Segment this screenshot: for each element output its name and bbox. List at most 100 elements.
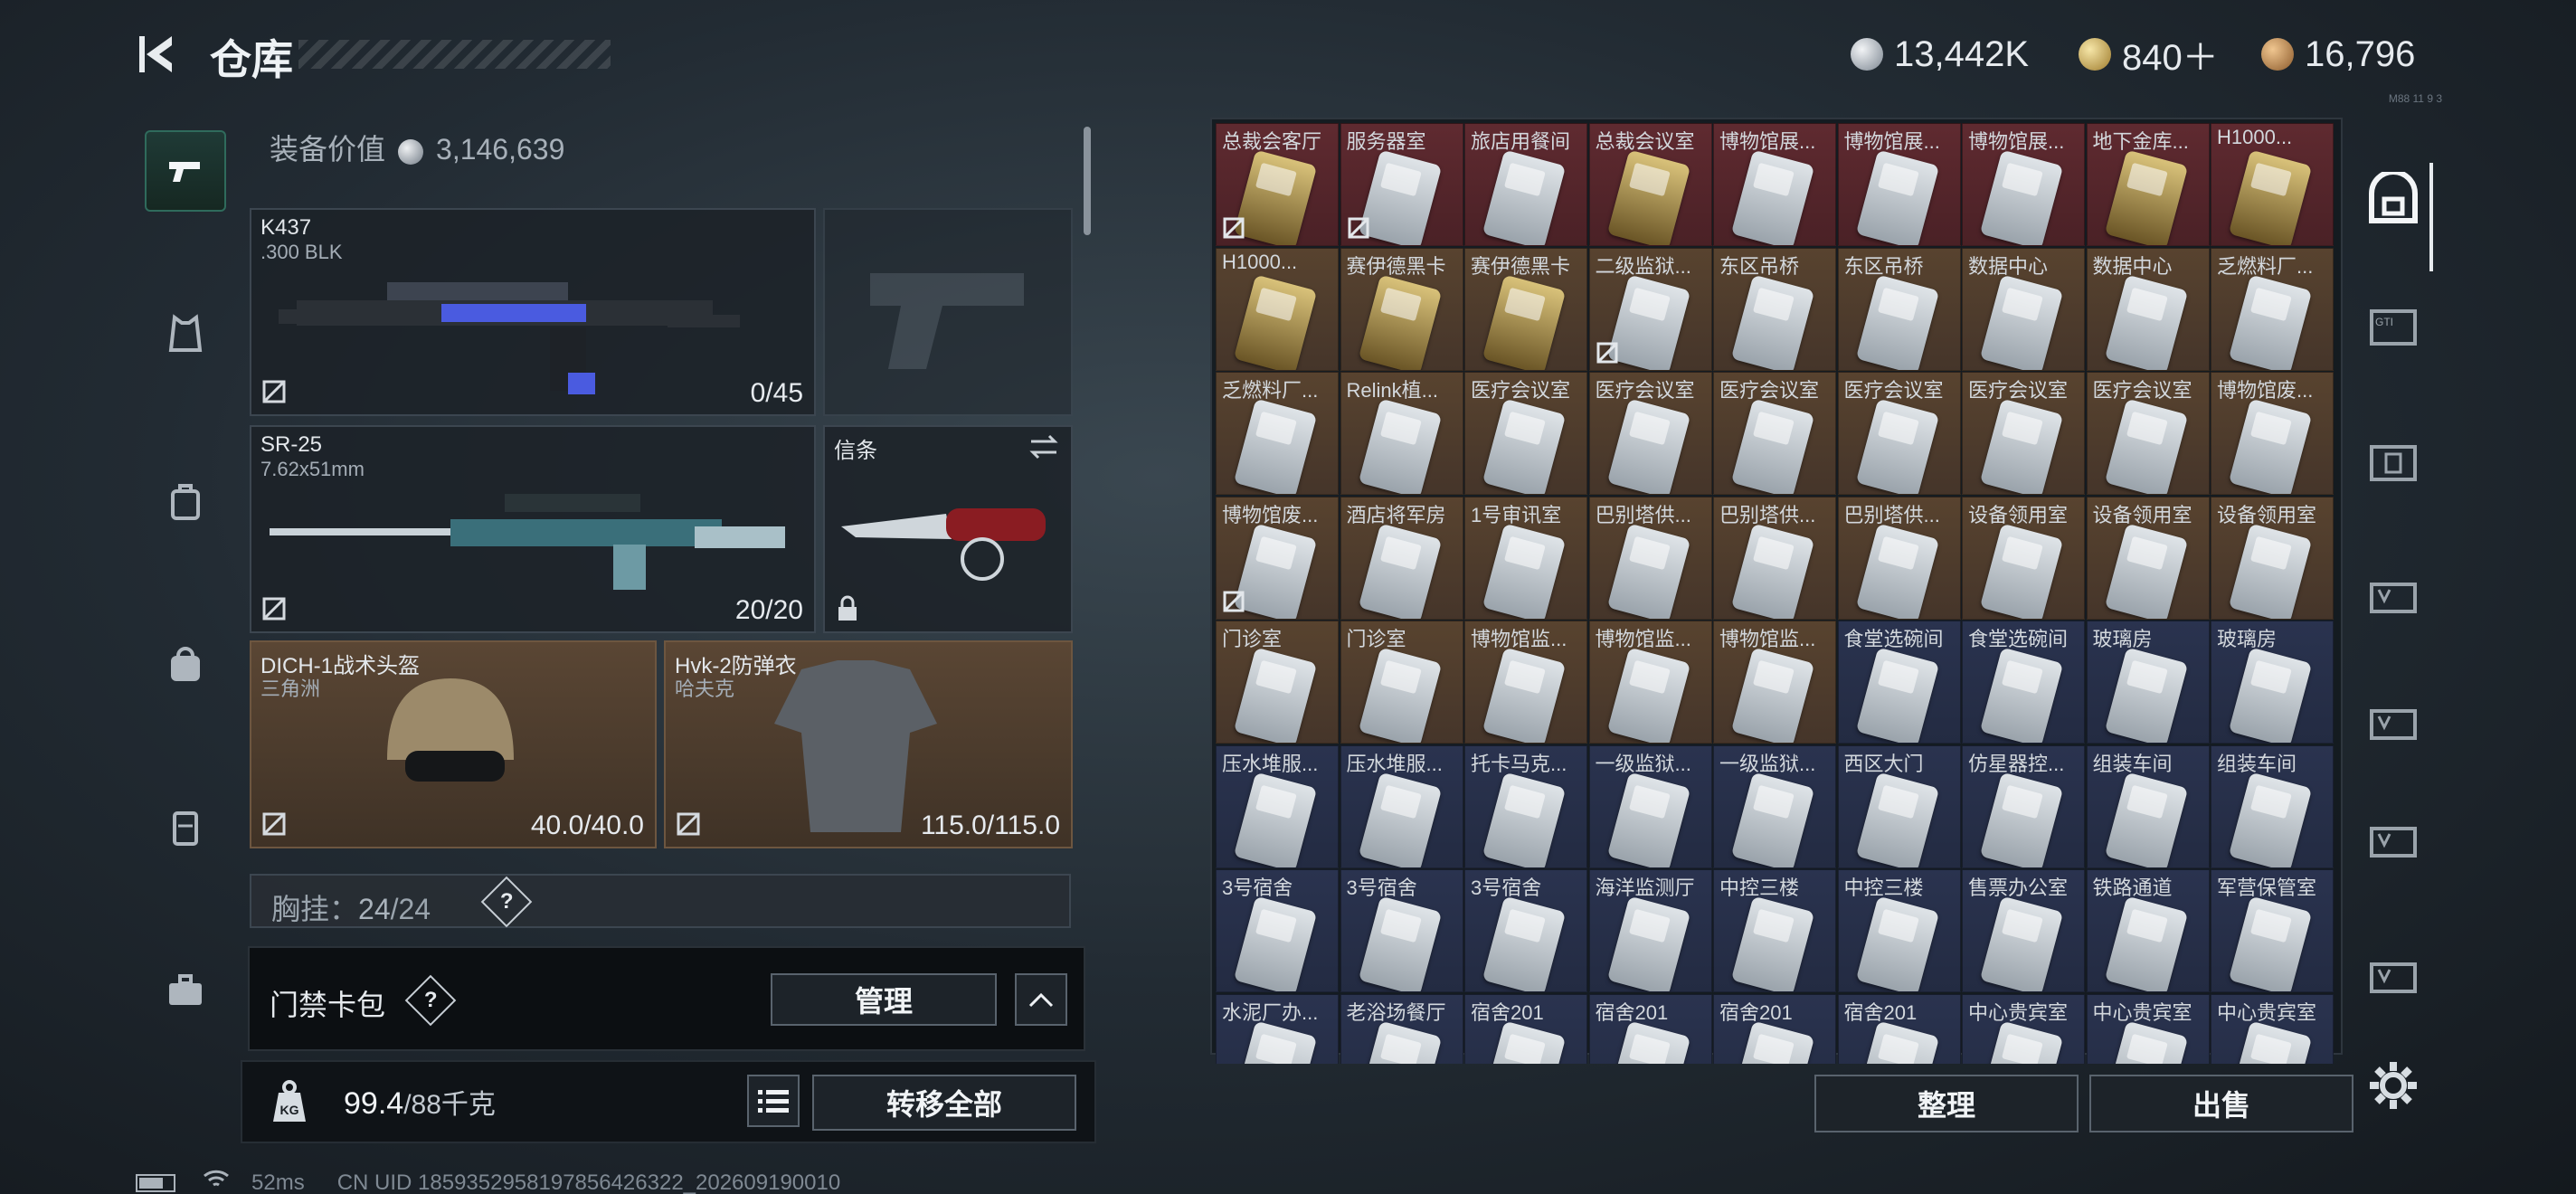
keycard-cell[interactable]: 3号宿舍 — [1340, 869, 1463, 992]
keycard-cell[interactable]: 酒店将军房 — [1340, 496, 1463, 620]
right-nav-v-case-4[interactable] — [2357, 941, 2429, 1013]
keycard-cell[interactable]: 海洋监测厅 — [1588, 869, 1712, 992]
keycard-cell[interactable]: 赛伊德黑卡 — [1464, 247, 1587, 371]
keycard-cell[interactable]: 博物馆监... — [1464, 621, 1587, 744]
back-button[interactable] — [134, 27, 188, 81]
keycard-cell[interactable]: 数据中心 — [1962, 247, 2085, 371]
keycard-cell[interactable]: 医疗会议室 — [1464, 372, 1587, 495]
keycard-cell[interactable]: 压水堆服... — [1216, 744, 1339, 868]
keycard-cell[interactable]: 3号宿舍 — [1216, 869, 1339, 992]
keycard-cell[interactable]: 军营保管室 — [2211, 869, 2334, 992]
keycard-cell[interactable]: 总裁会客厅 — [1216, 123, 1339, 246]
keycard-cell[interactable]: 服务器室 — [1340, 123, 1463, 246]
keycard-cell[interactable]: 一级监狱... — [1588, 744, 1712, 868]
keycard-cell[interactable]: H1000... — [1216, 247, 1339, 371]
sell-button[interactable]: 出售 — [2089, 1075, 2353, 1132]
keycard-cell[interactable]: 门诊室 — [1216, 621, 1339, 744]
keycard-cell[interactable]: 宿舍201 — [1837, 993, 1961, 1064]
secondary-weapon-slot[interactable]: SR-25 7.62x51mm 20/20 — [250, 425, 816, 633]
nav-toolbox[interactable] — [145, 950, 226, 1031]
keycard-cell[interactable]: 玻璃房 — [2086, 621, 2210, 744]
keycard-cell[interactable]: 1号审讯室 — [1464, 496, 1587, 620]
keycard-cell[interactable]: 仿星器控... — [1962, 744, 2085, 868]
right-nav-safe[interactable] — [2357, 163, 2429, 235]
primary-weapon-slot[interactable]: K437 .300 BLK 0/45 — [250, 208, 816, 416]
nav-armor[interactable] — [145, 293, 226, 374]
swap-icon[interactable] — [1028, 434, 1060, 460]
keycase-help-button[interactable]: ? — [404, 974, 457, 1027]
keycard-cell[interactable]: 博物馆废... — [1216, 496, 1339, 620]
keycard-cell[interactable]: 博物馆监... — [1713, 621, 1836, 744]
keycard-cell[interactable]: Relink植... — [1340, 372, 1463, 495]
keycard-cell[interactable]: 数据中心 — [2086, 247, 2210, 371]
keycard-cell[interactable]: 玻璃房 — [2211, 621, 2334, 744]
manage-button[interactable]: 管理 — [771, 973, 997, 1026]
keycard-cell[interactable]: 宿舍201 — [1588, 993, 1712, 1064]
keycard-cell[interactable]: 巴别塔供... — [1837, 496, 1961, 620]
transfer-all-button[interactable]: 转移全部 — [812, 1075, 1076, 1131]
keycard-cell[interactable]: 3号宿舍 — [1464, 869, 1587, 992]
keycard-cell[interactable]: 二级监狱... — [1588, 247, 1712, 371]
keycard-cell[interactable]: 食堂选碗间 — [1837, 621, 1961, 744]
keycard-cell[interactable]: 设备领用室 — [2211, 496, 2334, 620]
keycard-cell[interactable]: 地下金库... — [2086, 123, 2210, 246]
chest-rig-row[interactable]: 胸挂：24/24 ? — [250, 874, 1071, 928]
keycard-cell[interactable]: 西区大门 — [1837, 744, 1961, 868]
keycard-cell[interactable]: 中心贵宾室 — [2086, 993, 2210, 1064]
settings-button[interactable] — [2357, 1049, 2429, 1122]
nav-chest-rig[interactable] — [145, 787, 226, 868]
keycard-cell[interactable]: 巴别塔供... — [1713, 496, 1836, 620]
keycard-cell[interactable]: 压水堆服... — [1340, 744, 1463, 868]
currency-silver[interactable]: 13,442K — [1851, 27, 2029, 81]
keycard-cell[interactable]: 医疗会议室 — [2086, 372, 2210, 495]
helmet-slot[interactable]: DICH-1战术头盔 三角洲 40.0/40.0 — [250, 640, 657, 848]
keycard-cell[interactable]: 博物馆展... — [1713, 123, 1836, 246]
sort-button[interactable]: 整理 — [1814, 1075, 2079, 1132]
keycard-cell[interactable]: 一级监狱... — [1713, 744, 1836, 868]
keycard-cell[interactable]: 乏燃料厂... — [2211, 247, 2334, 371]
keycard-cell[interactable]: 中心贵宾室 — [1962, 993, 2085, 1064]
keycard-cell[interactable]: H1000... — [2211, 123, 2334, 246]
keycard-cell[interactable]: 门诊室 — [1340, 621, 1463, 744]
keycard-cell[interactable]: 医疗会议室 — [1837, 372, 1961, 495]
nav-bag[interactable] — [145, 624, 226, 706]
keycard-cell[interactable]: 宿舍201 — [1713, 993, 1836, 1064]
keycard-cell[interactable]: 旅店用餐间 — [1464, 123, 1587, 246]
keycard-cell[interactable]: 博物馆废... — [2211, 372, 2334, 495]
right-nav-v-case[interactable] — [2357, 561, 2429, 633]
armor-slot[interactable]: Hvk-2防弹衣 哈夫克 115.0/115.0 — [664, 640, 1073, 848]
keycard-cell[interactable]: 中控三楼 — [1713, 869, 1836, 992]
keycard-cell[interactable]: 博物馆监... — [1588, 621, 1712, 744]
right-nav-v-case-3[interactable] — [2357, 805, 2429, 877]
keycard-cell[interactable]: 食堂选碗间 — [1962, 621, 2085, 744]
right-nav-gti[interactable]: GTI — [2357, 289, 2429, 362]
keycard-cell[interactable]: 博物馆展... — [1837, 123, 1961, 246]
melee-slot[interactable]: 信条 — [823, 425, 1073, 633]
loadout-scrollbar[interactable] — [1084, 127, 1091, 235]
keycard-cell[interactable]: 老浴场餐厅 — [1340, 993, 1463, 1064]
keycard-cell[interactable]: 东区吊桥 — [1713, 247, 1836, 371]
nav-backpack[interactable] — [145, 461, 226, 543]
list-view-button[interactable] — [747, 1075, 800, 1127]
chest-help-button[interactable]: ? — [480, 876, 533, 928]
keycard-cell[interactable]: 组装车间 — [2086, 744, 2210, 868]
keycard-cell[interactable]: 东区吊桥 — [1837, 247, 1961, 371]
keycard-cell[interactable]: 总裁会议室 — [1588, 123, 1712, 246]
keycard-cell[interactable]: 中控三楼 — [1837, 869, 1961, 992]
keycard-cell[interactable]: 铁路通道 — [2086, 869, 2210, 992]
nav-weapons[interactable] — [145, 130, 226, 212]
keycard-cell[interactable]: 博物馆展... — [1962, 123, 2085, 246]
keycard-cell[interactable]: 医疗会议室 — [1713, 372, 1836, 495]
keycard-cell[interactable]: 巴别塔供... — [1588, 496, 1712, 620]
right-nav-gti-2[interactable] — [2357, 425, 2429, 498]
keycard-cell[interactable]: 组装车间 — [2211, 744, 2334, 868]
keycard-cell[interactable]: 赛伊德黑卡 — [1340, 247, 1463, 371]
keycard-cell[interactable]: 中心贵宾室 — [2211, 993, 2334, 1064]
currency-gold[interactable]: 840＋ — [2079, 27, 2219, 81]
keycard-cell[interactable]: 水泥厂办... — [1216, 993, 1339, 1064]
keycard-cell[interactable]: 宿舍201 — [1464, 993, 1587, 1064]
keycard-cell[interactable]: 乏燃料厂... — [1216, 372, 1339, 495]
keycard-cell[interactable]: 设备领用室 — [2086, 496, 2210, 620]
keycard-cell[interactable]: 设备领用室 — [1962, 496, 2085, 620]
keycard-cell[interactable]: 售票办公室 — [1962, 869, 2085, 992]
